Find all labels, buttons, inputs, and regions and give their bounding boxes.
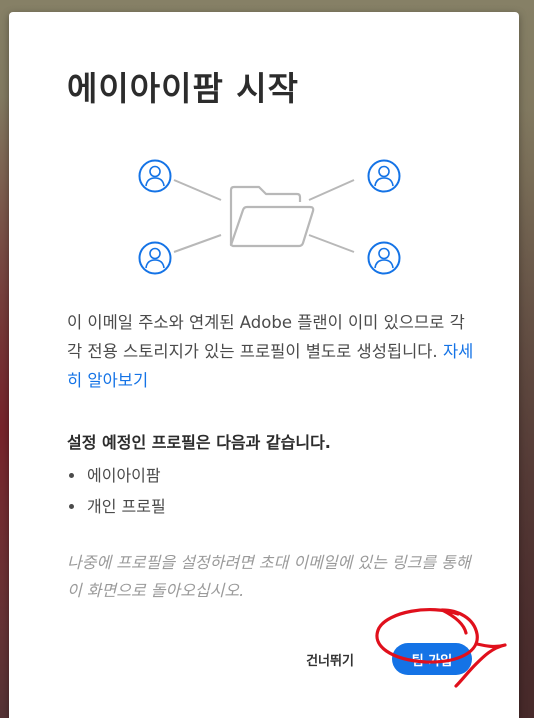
profile-name: 개인 프로필 (87, 497, 166, 516)
team-join-dialog: 에이아이팜 시작 이 이메일 주소와 연계된 Adobe 플랜이 이미 있으므로… (9, 12, 519, 718)
bullet-icon (69, 504, 74, 509)
join-team-button[interactable]: 팀 가입 (392, 643, 472, 675)
list-item: 에이아이팜 (67, 460, 166, 491)
connector-line (308, 179, 355, 201)
list-item: 개인 프로필 (67, 491, 166, 522)
user-avatar-icon (138, 241, 172, 275)
profile-list: 에이아이팜 개인 프로필 (67, 460, 166, 522)
connector-line (173, 179, 222, 201)
user-avatar-icon (138, 159, 172, 193)
user-avatar-icon (367, 159, 401, 193)
setup-later-note: 나중에 프로필을 설정하려면 초대 이메일에 있는 링크를 통해 이 화면으로 … (67, 553, 471, 600)
explanation-text: 이 이메일 주소와 연계된 Adobe 플랜이 이미 있으므로 각각 전용 스토… (67, 313, 465, 361)
connector-line (173, 234, 222, 253)
dialog-title: 에이아이팜 시작 (67, 69, 300, 108)
connector-line (308, 234, 355, 253)
bullet-icon (69, 473, 74, 478)
user-avatar-icon (367, 241, 401, 275)
profile-explanation: 이 이메일 주소와 연계된 Adobe 플랜이 이미 있으므로 각각 전용 스토… (67, 308, 477, 395)
shared-folder-illustration (138, 159, 401, 275)
folder-icon (229, 185, 315, 248)
profile-name: 에이아이팜 (87, 466, 161, 485)
skip-button[interactable]: 건너뛰기 (285, 643, 375, 675)
profiles-heading: 설정 예정인 프로필은 다음과 같습니다. (67, 433, 331, 452)
